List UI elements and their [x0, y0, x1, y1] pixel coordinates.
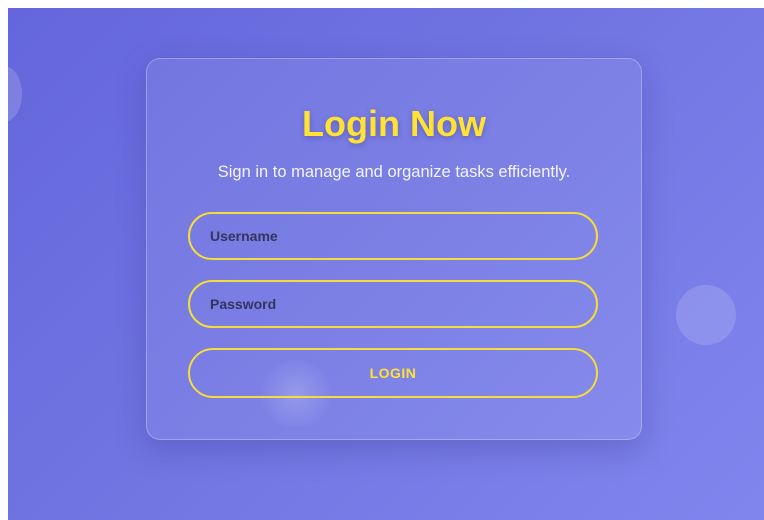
- username-field-wrapper: [188, 212, 598, 260]
- login-card: Login Now Sign in to manage and organize…: [146, 58, 642, 440]
- password-input[interactable]: [190, 282, 596, 326]
- password-field-wrapper: [188, 280, 598, 328]
- login-subtitle: Sign in to manage and organize tasks eff…: [217, 163, 571, 181]
- login-button[interactable]: LOGIN: [188, 348, 598, 398]
- username-input[interactable]: [190, 214, 596, 258]
- decorative-bubble-left: [8, 66, 22, 122]
- page-background: Login Now Sign in to manage and organize…: [8, 8, 764, 520]
- login-title: Login Now: [302, 103, 486, 144]
- decorative-bubble-right: [676, 285, 736, 345]
